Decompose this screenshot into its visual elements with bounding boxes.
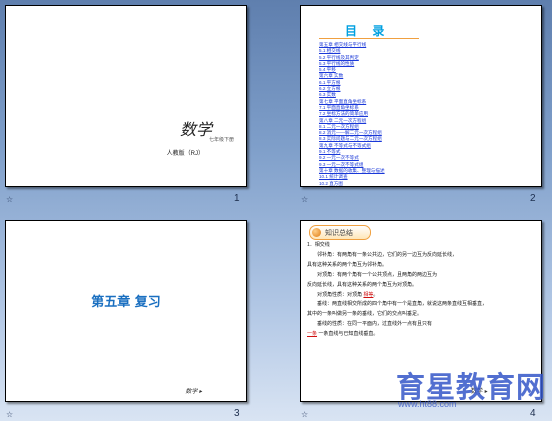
body-line: 垂线：两直线相交所成的四个角中有一个是直角，就说这两条直线互相垂直， xyxy=(317,301,488,308)
body-line: 反向延长线，具有这种关系的两个角互为对顶角。 xyxy=(307,281,418,288)
slide-thumbnail-4[interactable]: 知识总结 1．相交线 邻补角：有两角有一条公共边，它们的另一边互为反向延长线， … xyxy=(300,220,542,402)
badge-label: 知识总结 xyxy=(325,230,353,237)
slide-transition-icon[interactable]: ☆ xyxy=(301,410,308,419)
toc-item[interactable]: 10.2 直方图 xyxy=(319,181,385,186)
slide-footer: 数学 ▸ xyxy=(185,389,202,395)
body-line: 邻补角：有两角有一条公共边，它们的另一边互为反向延长线， xyxy=(317,251,458,258)
slide-footer: 数学 ▸ xyxy=(471,389,488,395)
toc-list: 第五章 相交线与平行线 5.1 相交线 5.2 平行线及其判定 5.3 平行线的性质 5… xyxy=(319,42,385,186)
slide-number: 4 xyxy=(530,408,536,419)
highlighted-term: 一条 xyxy=(307,331,318,338)
chapter-title: 第五章 复习 xyxy=(91,295,161,310)
slide-number: 3 xyxy=(234,408,240,419)
slide-thumbnail-1[interactable]: 数学 七年级下册 人教版（RJ） xyxy=(5,5,247,187)
slide-thumbnail-3[interactable]: 第五章 复习 数学 ▸ xyxy=(5,220,247,402)
body-line-text: 一条直线与已知直线垂直。 xyxy=(318,331,379,338)
toc-item[interactable]: 8.3 实际问题与二元一次方程组 xyxy=(319,136,385,142)
slide-number: 1 xyxy=(234,193,240,204)
slide-1-title: 数学 xyxy=(179,122,212,139)
badge-bullet-icon xyxy=(312,228,321,237)
highlighted-term: 相等 xyxy=(363,291,374,298)
slide-thumbnail-2[interactable]: 目 录 第五章 相交线与平行线 5.1 相交线 5.2 平行线及其判定 5.3 平行线… xyxy=(300,5,542,187)
body-line: 对顶角：有两个角有一个公共顶点，且两角的两边互为 xyxy=(317,271,438,278)
slide-1-subtitle: 七年级下册 xyxy=(208,137,234,143)
body-line: 对顶角性质：对顶角 相等。 xyxy=(317,291,379,298)
slide-2-heading: 目 录 xyxy=(345,24,391,38)
slide-1-publisher: 人教版（RJ） xyxy=(166,151,204,157)
body-line: 一条 一条直线与已知直线垂直。 xyxy=(307,330,539,340)
heading-divider xyxy=(319,38,419,39)
slide-transition-icon[interactable]: ☆ xyxy=(6,195,13,204)
body-line: 其中的一条叫做另一条的垂线，它们的交点叫垂足。 xyxy=(307,311,423,318)
section-badge: 知识总结 xyxy=(309,225,371,240)
body-line: 具有这种关系的两个角互为邻补角。 xyxy=(307,261,388,268)
slide-transition-icon[interactable]: ☆ xyxy=(6,410,13,419)
body-line-text: 对顶角性质：对顶角 xyxy=(317,291,363,298)
slide-4-body: 1．相交线 邻补角：有两角有一条公共边，它们的另一边互为反向延长线， 具有这种关… xyxy=(307,241,539,340)
slide-transition-icon[interactable]: ☆ xyxy=(301,195,308,204)
body-line: 1．相交线 xyxy=(307,242,330,248)
body-line: 垂线的性质：在同一平面内，过直线外一点有且只有 xyxy=(317,321,433,328)
slide-number: 2 xyxy=(530,193,536,204)
